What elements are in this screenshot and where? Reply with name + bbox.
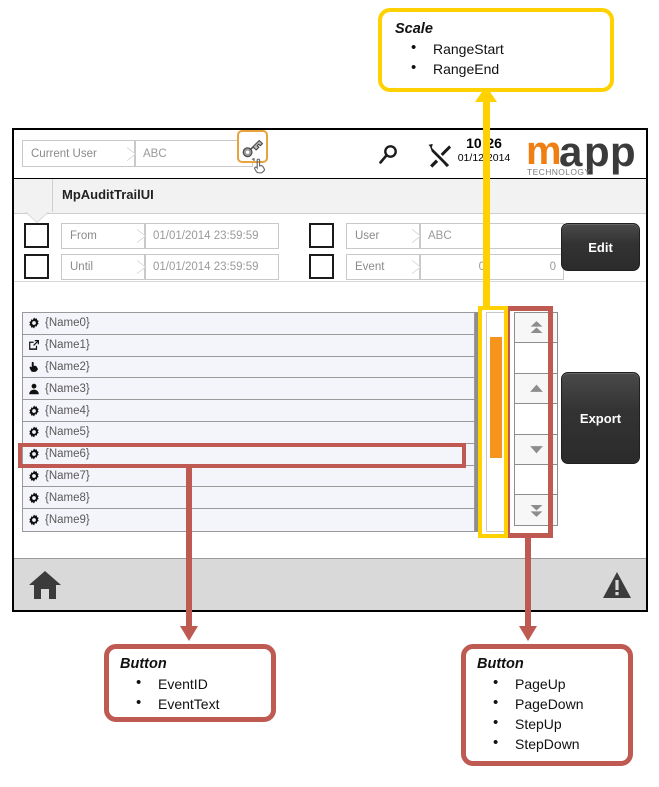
callout-list-item: StepDown — [493, 733, 618, 754]
external-link-icon — [23, 339, 45, 351]
checkbox-user[interactable] — [309, 223, 334, 248]
list-item[interactable]: {Name4} — [23, 400, 474, 422]
callout-event-list: EventID EventText — [120, 673, 261, 714]
svg-text:TECHNOLOGY: TECHNOLOGY — [527, 167, 591, 177]
list-item-label: {Name9} — [45, 514, 90, 527]
gear-icon — [23, 492, 45, 504]
list-item[interactable]: {Name9} — [23, 509, 474, 531]
home-icon[interactable] — [28, 569, 62, 601]
filter-user[interactable]: User ABC — [346, 223, 564, 249]
hand-cursor-icon — [251, 157, 272, 185]
filter-from[interactable]: From 01/01/2014 23:59:59 — [61, 223, 279, 249]
gear-icon — [23, 514, 45, 526]
filter-user-label: User — [346, 223, 420, 249]
callout-nav-title: Button — [477, 656, 524, 672]
filter-from-label: From — [61, 223, 145, 249]
checkbox-event[interactable] — [309, 254, 334, 279]
filter-event-label: Event — [346, 254, 420, 280]
filter-until[interactable]: Until 01/01/2014 23:59:59 — [61, 254, 279, 280]
gear-icon — [23, 405, 45, 417]
filter-bar: From 01/01/2014 23:59:59 Until 01/01/201… — [14, 214, 646, 282]
callout-scale: Scale RangeStart RangeEnd — [378, 8, 614, 92]
pointing-hand-icon — [23, 361, 45, 373]
list-item-label: {Name5} — [45, 426, 90, 439]
callout-scale-list: RangeStart RangeEnd — [395, 38, 598, 79]
current-user-value[interactable]: ABC — [135, 140, 253, 167]
tab-notch — [26, 212, 48, 222]
list-item[interactable]: {Name2} — [23, 356, 474, 379]
filter-user-value[interactable]: ABC — [420, 223, 564, 249]
checkbox-until[interactable] — [24, 254, 49, 279]
filter-from-value[interactable]: 01/01/2014 23:59:59 — [145, 223, 279, 249]
audit-list[interactable]: {Name0} {Name1} {Name2} {Name3} {Name4} … — [22, 312, 475, 532]
list-item[interactable]: {Name1} — [23, 334, 474, 357]
search-icon[interactable] — [374, 141, 402, 169]
edit-button[interactable]: Edit — [561, 223, 640, 271]
warning-icon[interactable] — [602, 571, 632, 599]
export-button[interactable]: Export — [561, 372, 640, 464]
filter-until-value[interactable]: 01/01/2014 23:59:59 — [145, 254, 279, 280]
highlight-frame-selected-row — [18, 443, 466, 468]
callout-list-item: PageDown — [493, 693, 618, 714]
callout-list-item: RangeEnd — [411, 58, 598, 79]
callout-list-item: PageUp — [493, 673, 618, 694]
filter-event-value-to[interactable]: 0 — [492, 254, 564, 280]
filter-event-value-from[interactable]: 0 — [420, 254, 492, 280]
callout-list-item: StepUp — [493, 713, 618, 734]
list-item[interactable]: {Name8} — [23, 487, 474, 510]
callout-list-item: EventText — [136, 693, 261, 714]
gear-icon — [23, 426, 45, 438]
connector-arrowhead-nav — [519, 626, 537, 641]
mapp-logo: m a p p TECHNOLOGY — [526, 128, 644, 177]
tab-spacer — [14, 179, 53, 212]
list-item-label: {Name0} — [45, 317, 90, 330]
gear-icon — [23, 470, 45, 482]
svg-text:p: p — [610, 130, 636, 175]
connector-line-scale — [483, 92, 490, 310]
connector-line-event — [186, 466, 192, 629]
list-item-label: {Name7} — [45, 469, 90, 482]
callout-list-item: EventID — [136, 673, 261, 694]
page-title: MpAuditTrailUI — [62, 187, 154, 202]
callout-event-title: Button — [120, 656, 167, 672]
highlight-frame-scrollbar — [478, 306, 508, 538]
list-item-label: {Name1} — [45, 339, 90, 352]
list-item[interactable]: {Name3} — [23, 378, 474, 401]
current-user-field[interactable]: Current User ABC — [22, 140, 253, 167]
list-item-label: {Name2} — [45, 360, 90, 373]
callout-list-item: RangeStart — [411, 38, 598, 59]
list-item-label: {Name8} — [45, 491, 90, 504]
status-bar — [14, 558, 646, 610]
current-user-label: Current User — [22, 140, 135, 167]
connector-arrowhead-event — [180, 626, 198, 641]
list-item[interactable]: {Name5} — [23, 421, 474, 444]
gear-icon — [23, 317, 45, 329]
callout-scale-title: Scale — [395, 21, 433, 37]
callout-nav-list: PageUp PageDown StepUp StepDown — [477, 673, 618, 754]
tab-strip: MpAuditTrailUI — [14, 179, 646, 223]
list-item[interactable]: {Name0} — [23, 313, 474, 335]
header-bar: Current User ABC 10:26 01/12/2014 — [14, 128, 646, 179]
connector-line-nav — [525, 536, 531, 629]
filter-event[interactable]: Event 0 0 — [346, 254, 564, 280]
callout-nav-button: Button PageUp PageDown StepUp StepDown — [461, 644, 633, 766]
checkbox-from[interactable] — [24, 223, 49, 248]
callout-event-button: Button EventID EventText — [104, 644, 276, 722]
list-item-label: {Name4} — [45, 404, 90, 417]
filter-until-label: Until — [61, 254, 145, 280]
list-item[interactable]: {Name7} — [23, 465, 474, 488]
highlight-frame-nav-buttons — [505, 306, 553, 538]
person-icon — [23, 383, 45, 395]
list-item-label: {Name3} — [45, 382, 90, 395]
